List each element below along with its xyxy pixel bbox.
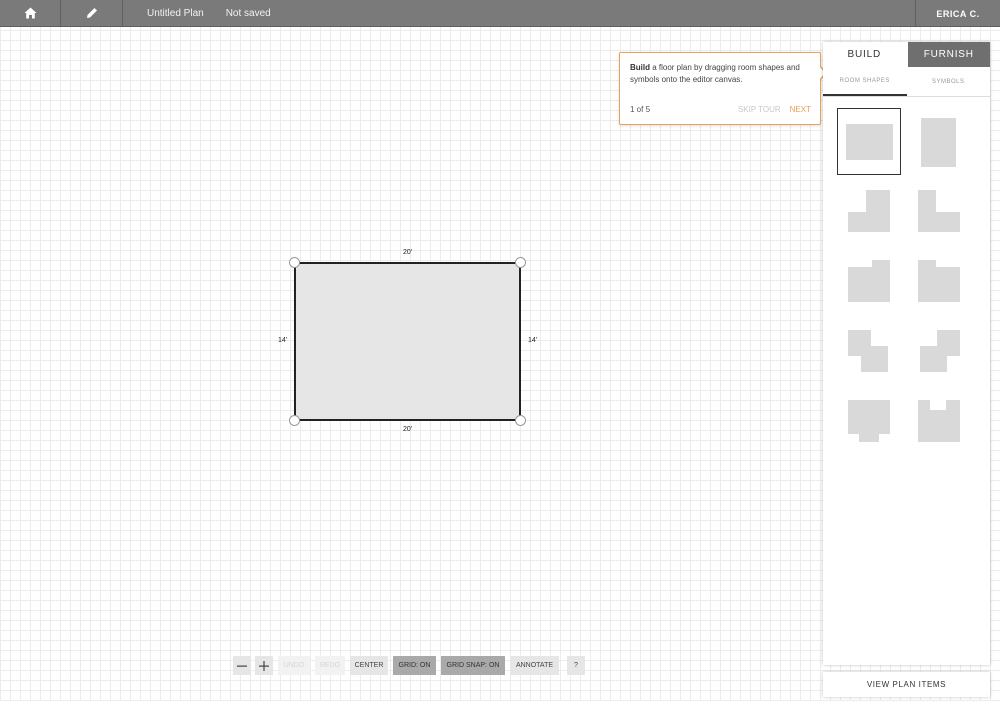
tour-text-bold: Build: [630, 63, 650, 72]
plan-title[interactable]: Untitled Plan: [147, 8, 204, 19]
next-button[interactable]: NEXT: [790, 105, 811, 114]
corner-handle-bottom-left[interactable]: [289, 415, 300, 426]
grid-toggle[interactable]: GRID: ON: [393, 656, 436, 675]
shape-notch-bottom[interactable]: [845, 398, 893, 444]
zoom-out-button[interactable]: [233, 656, 251, 675]
panel-subtabs: ROOM SHAPES SYMBOLS: [823, 67, 990, 97]
shape-rectangle-wide[interactable]: [837, 108, 901, 175]
subtab-room-shapes[interactable]: ROOM SHAPES: [823, 67, 907, 96]
center-button[interactable]: CENTER: [350, 656, 388, 675]
save-status: Not saved: [225, 7, 271, 19]
top-bar: Untitled Plan Not saved ERICA C.: [0, 0, 1000, 27]
room-rectangle[interactable]: [294, 262, 521, 421]
zoom-in-button[interactable]: [255, 656, 273, 675]
tab-furnish[interactable]: FURNISH: [907, 42, 990, 67]
help-button[interactable]: ?: [567, 656, 585, 675]
shape-l-shape-top-left[interactable]: [915, 188, 963, 234]
home-button[interactable]: [0, 0, 61, 27]
annotate-button[interactable]: ANNOTATE: [510, 656, 559, 675]
skip-tour-button[interactable]: SKIP TOUR: [738, 105, 781, 114]
subtab-symbols[interactable]: SYMBOLS: [907, 67, 991, 96]
shape-notch-top-center[interactable]: [915, 398, 963, 444]
minus-icon: [237, 665, 247, 667]
shape-step-left[interactable]: [915, 328, 963, 374]
grid-snap-toggle[interactable]: GRID SNAP: ON: [441, 656, 505, 675]
panel-tabs: BUILD FURNISH: [823, 42, 990, 67]
home-icon: [24, 7, 36, 19]
shape-notch-top-left[interactable]: [915, 258, 963, 304]
view-plan-items-button[interactable]: VIEW PLAN ITEMS: [823, 672, 990, 697]
tab-build[interactable]: BUILD: [823, 42, 906, 67]
undo-button[interactable]: UNDO: [278, 656, 310, 675]
pencil-icon: [86, 8, 97, 18]
dimension-top: 20': [403, 249, 413, 256]
shape-notch-top-right[interactable]: [845, 258, 893, 304]
tour-tooltip: Build a floor plan by dragging room shap…: [619, 52, 821, 125]
corner-handle-top-left[interactable]: [289, 257, 300, 268]
tour-text: Build a floor plan by dragging room shap…: [630, 62, 811, 86]
corner-handle-bottom-right[interactable]: [515, 415, 526, 426]
dimension-right: 14': [528, 337, 538, 344]
build-panel: BUILD FURNISH ROOM SHAPES SYMBOLS: [823, 42, 990, 665]
redo-button[interactable]: REDO: [315, 656, 345, 675]
dimension-bottom: 20': [403, 426, 413, 433]
shape-step-right[interactable]: [845, 328, 893, 374]
tour-step-counter: 1 of 5: [630, 105, 651, 114]
edit-button[interactable]: [61, 0, 123, 27]
dimension-left: 14': [278, 337, 288, 344]
user-menu[interactable]: ERICA C.: [915, 0, 1000, 27]
tour-footer: 1 of 5 SKIP TOUR NEXT: [630, 105, 811, 114]
tour-text-body: a floor plan by dragging room shapes and…: [630, 63, 800, 84]
corner-handle-top-right[interactable]: [515, 257, 526, 268]
plus-icon: [259, 660, 269, 671]
shape-rectangle-tall[interactable]: [911, 108, 966, 175]
shape-l-shape-top-right[interactable]: [845, 188, 893, 234]
